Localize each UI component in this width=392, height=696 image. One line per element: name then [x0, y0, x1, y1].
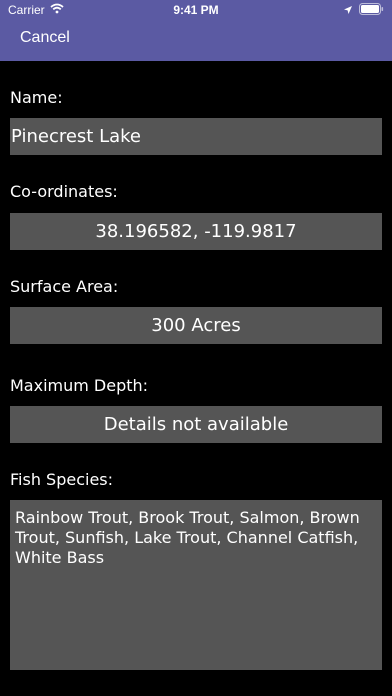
surface-area-label: Surface Area:	[10, 277, 119, 296]
maximum-depth-label: Maximum Depth:	[10, 376, 149, 395]
surface-area-field[interactable]: 300 Acres	[10, 307, 382, 344]
status-right	[343, 3, 384, 18]
battery-icon	[359, 3, 384, 18]
name-field[interactable]: Pinecrest Lake	[10, 118, 382, 155]
location-arrow-icon	[343, 4, 353, 18]
fish-species-label: Fish Species:	[10, 470, 114, 489]
status-time: 9:41 PM	[173, 3, 219, 17]
name-label: Name:	[10, 88, 63, 107]
navigation-bar: Cancel	[0, 20, 392, 61]
fish-species-textarea[interactable]: Rainbow Trout, Brook Trout, Salmon, Brow…	[10, 500, 382, 670]
cancel-button[interactable]: Cancel	[20, 29, 70, 47]
status-bar: Carrier 9:41 PM	[0, 0, 392, 20]
coordinates-field[interactable]: 38.196582, -119.9817	[10, 213, 382, 250]
maximum-depth-field[interactable]: Details not available	[10, 406, 382, 443]
coordinates-label: Co-ordinates:	[10, 182, 118, 201]
